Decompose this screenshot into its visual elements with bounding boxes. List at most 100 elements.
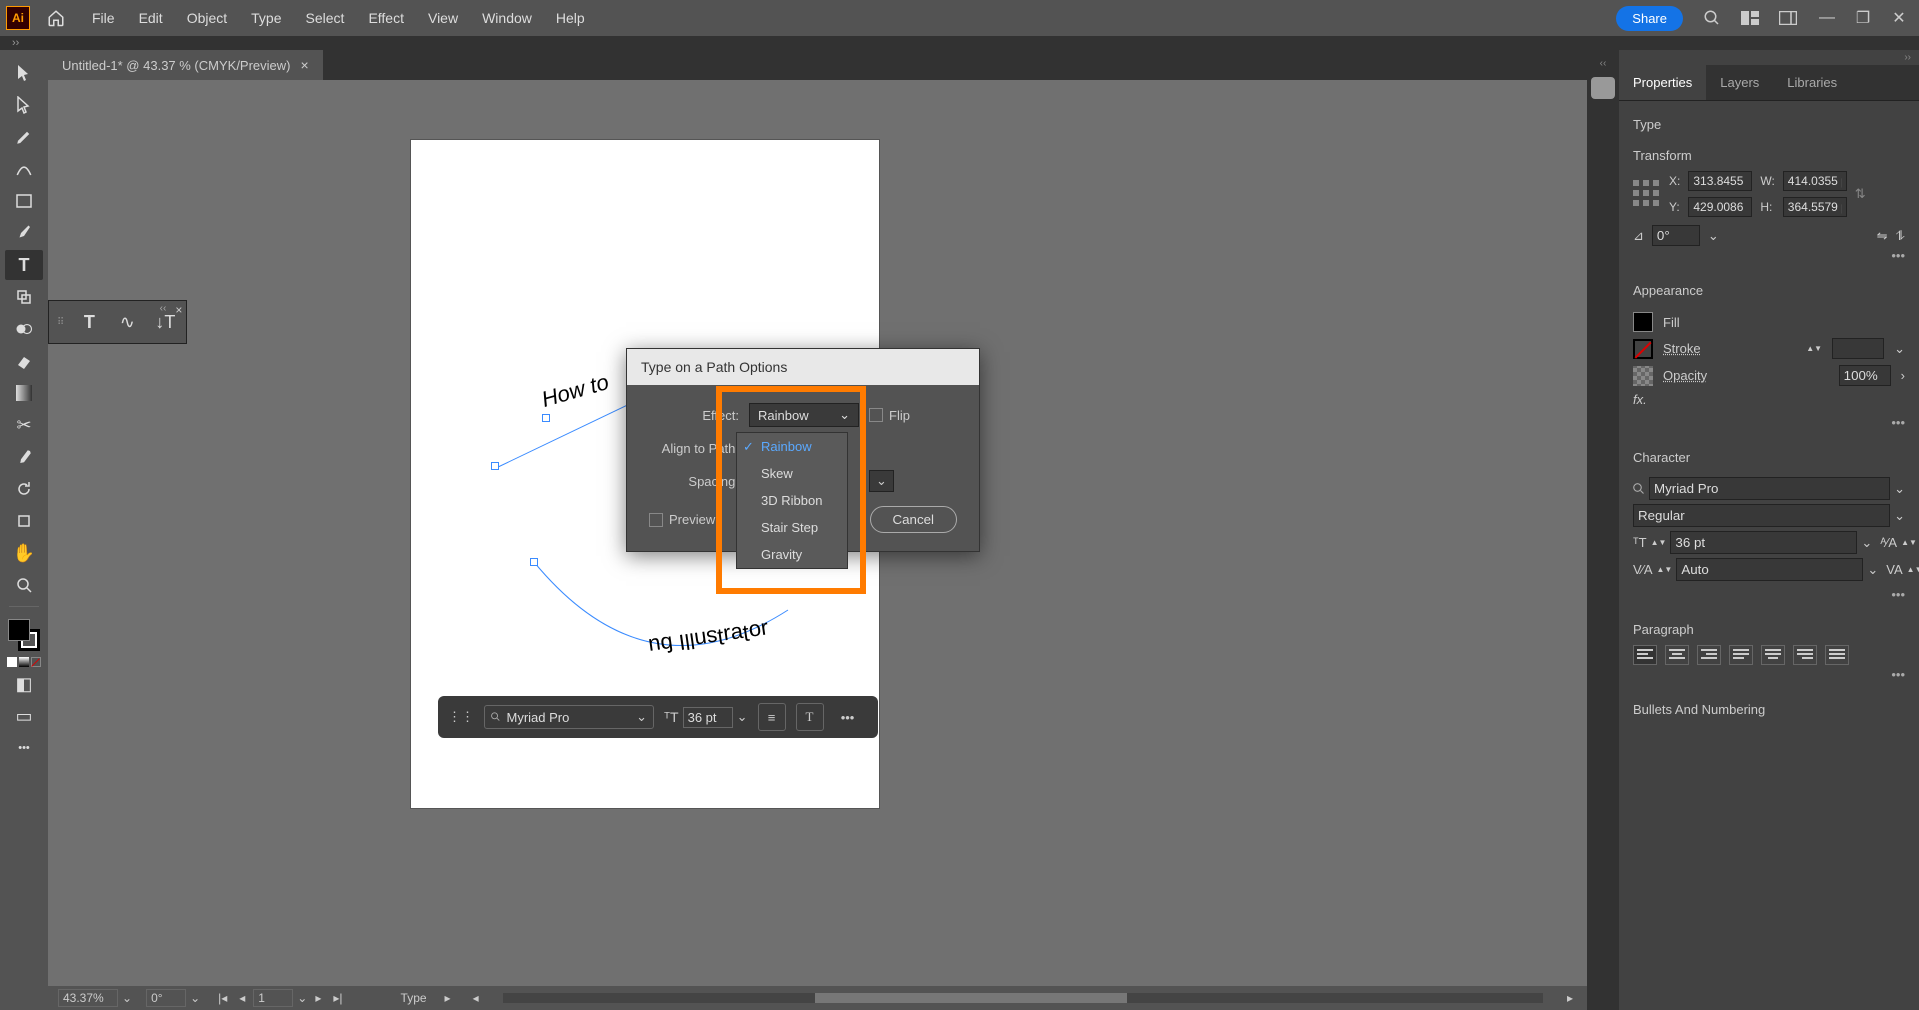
canvas[interactable]: How to ɹoʇɐɹʇsnllI ɓu ⋮⋮ ⌄ ᵀT ⌄ ≡ T ••• (48, 80, 1587, 1010)
chevron-down-icon[interactable]: ⌄ (1861, 535, 1872, 551)
workspace-icon[interactable] (1774, 4, 1802, 32)
chevron-down-icon[interactable]: ⌄ (1894, 481, 1905, 497)
flip-vertical-icon[interactable]: ⥮ (1896, 228, 1905, 244)
menu-view[interactable]: View (418, 6, 468, 30)
gradient-tool[interactable] (5, 378, 43, 408)
reference-point-selector[interactable] (1633, 180, 1661, 208)
prev-artboard-icon[interactable]: ◂ (235, 991, 249, 1005)
none-mode-icon[interactable] (31, 657, 41, 667)
preview-checkbox[interactable]: Preview (649, 512, 715, 527)
justify-left-icon[interactable] (1729, 645, 1753, 665)
comments-panel-icon[interactable] (1591, 77, 1615, 99)
stepper-icon[interactable]: ▲▼ (1651, 539, 1667, 547)
chevron-down-icon[interactable]: ⌄ (737, 709, 748, 725)
anchor-handle[interactable] (491, 462, 499, 470)
fx-label[interactable]: fx. (1633, 392, 1647, 407)
rotate-view-input[interactable] (146, 989, 186, 1007)
tab-layers[interactable]: Layers (1706, 65, 1773, 100)
fill-stroke-swatches[interactable] (8, 619, 40, 651)
type-on-point-tool[interactable]: T (72, 305, 106, 339)
screen-mode-icon[interactable]: ▭ (5, 701, 43, 731)
font-family-field[interactable]: ⌄ (484, 705, 654, 729)
eyedropper-tool[interactable] (5, 442, 43, 472)
edit-toolbar-icon[interactable]: ••• (5, 733, 43, 763)
document-tab[interactable]: Untitled-1* @ 43.37 % (CMYK/Preview) × (48, 50, 323, 80)
constrain-proportions-icon[interactable]: ⇅ (1855, 186, 1866, 202)
close-flyout-icon[interactable]: × (175, 303, 182, 317)
cancel-button[interactable]: Cancel (870, 506, 958, 533)
zoom-tool[interactable] (5, 570, 43, 600)
stepper-icon[interactable]: ▲▼ (1657, 566, 1673, 574)
anchor-handle[interactable] (530, 558, 538, 566)
artboard-tool[interactable] (5, 506, 43, 536)
justify-all-icon[interactable] (1825, 645, 1849, 665)
chevron-down-icon[interactable]: ⌄ (1894, 508, 1905, 524)
expand-control-icon[interactable]: ›› (12, 37, 19, 49)
stepper-icon[interactable]: ▲▼ (1907, 566, 1919, 574)
justify-right-icon[interactable] (1793, 645, 1817, 665)
rotate-tool[interactable] (5, 474, 43, 504)
dropdown-item-3dribbon[interactable]: 3D Ribbon (737, 487, 847, 514)
w-input[interactable] (1783, 171, 1847, 191)
shape-builder-tool[interactable] (5, 314, 43, 344)
stroke-weight-input[interactable] (1832, 338, 1884, 359)
hand-tool[interactable]: ✋ (5, 538, 43, 568)
chevron-down-icon[interactable]: ⌄ (1894, 341, 1905, 357)
fill-color-swatch[interactable] (1633, 312, 1653, 332)
pen-tool[interactable] (5, 122, 43, 152)
font-style-input[interactable] (1633, 504, 1890, 527)
font-family-input[interactable] (507, 710, 631, 725)
type-on-path-icon[interactable]: ∿ (110, 305, 144, 339)
align-left-icon[interactable] (1633, 645, 1657, 665)
type-tool[interactable]: T (5, 250, 43, 280)
opacity-slider-icon[interactable]: › (1901, 368, 1905, 383)
curvature-tool[interactable] (5, 154, 43, 184)
h-scrollbar[interactable] (503, 993, 1543, 1003)
flyout-grip-icon[interactable]: ⠿ (53, 317, 68, 328)
dropdown-item-stairstep[interactable]: Stair Step (737, 514, 847, 541)
justify-center-icon[interactable] (1761, 645, 1785, 665)
flip-horizontal-icon[interactable]: ⇋ (1877, 228, 1888, 244)
expand-dock-icon[interactable]: ‹‹ (1600, 58, 1607, 69)
next-artboard-icon[interactable]: ▸ (311, 991, 325, 1005)
menu-type[interactable]: Type (241, 6, 291, 30)
font-size-input[interactable] (683, 707, 733, 728)
fill-swatch[interactable] (8, 619, 30, 641)
drag-handle-icon[interactable]: ⋮⋮ (448, 709, 474, 725)
rotate-input[interactable] (1652, 225, 1700, 246)
direct-selection-tool[interactable] (5, 90, 43, 120)
menu-window[interactable]: Window (472, 6, 542, 30)
opacity-input[interactable] (1839, 365, 1891, 386)
eraser-tool[interactable] (5, 346, 43, 376)
dropdown-item-rainbow[interactable]: Rainbow (737, 433, 847, 460)
menu-effect[interactable]: Effect (358, 6, 414, 30)
x-input[interactable] (1688, 171, 1752, 191)
scroll-right-icon[interactable]: ▸ (1563, 991, 1577, 1005)
anchor-handle[interactable] (542, 414, 550, 422)
maximize-icon[interactable]: ❐ (1849, 4, 1877, 32)
chevron-down-icon[interactable]: ⌄ (122, 991, 132, 1005)
menu-object[interactable]: Object (177, 6, 237, 30)
minimize-icon[interactable]: — (1813, 4, 1841, 32)
menu-select[interactable]: Select (296, 6, 355, 30)
chevron-down-icon[interactable]: ⌄ (1867, 562, 1878, 578)
rectangle-tool[interactable] (5, 186, 43, 216)
effect-dropdown[interactable]: Rainbow ⌄ (749, 403, 859, 427)
stepper-icon[interactable]: ▲▼ (1901, 539, 1917, 547)
font-family-input[interactable] (1649, 477, 1890, 500)
align-icon[interactable]: ≡ (758, 703, 786, 731)
chevron-down-icon[interactable]: ⌄ (636, 709, 647, 725)
more-transform-icon[interactable]: ••• (1633, 246, 1905, 265)
status-menu-icon[interactable]: ▸ (441, 991, 455, 1005)
search-icon[interactable] (1698, 4, 1726, 32)
selection-tool[interactable] (5, 58, 43, 88)
tab-libraries[interactable]: Libraries (1773, 65, 1851, 100)
chevron-down-icon[interactable]: ⌄ (869, 470, 894, 492)
color-mode-icon[interactable] (7, 657, 17, 667)
home-icon[interactable] (42, 4, 70, 32)
align-right-icon[interactable] (1697, 645, 1721, 665)
gradient-mode-icon[interactable] (19, 657, 29, 667)
stroke-color-swatch[interactable] (1633, 339, 1653, 359)
transform-tool[interactable] (5, 282, 43, 312)
menu-help[interactable]: Help (546, 6, 595, 30)
